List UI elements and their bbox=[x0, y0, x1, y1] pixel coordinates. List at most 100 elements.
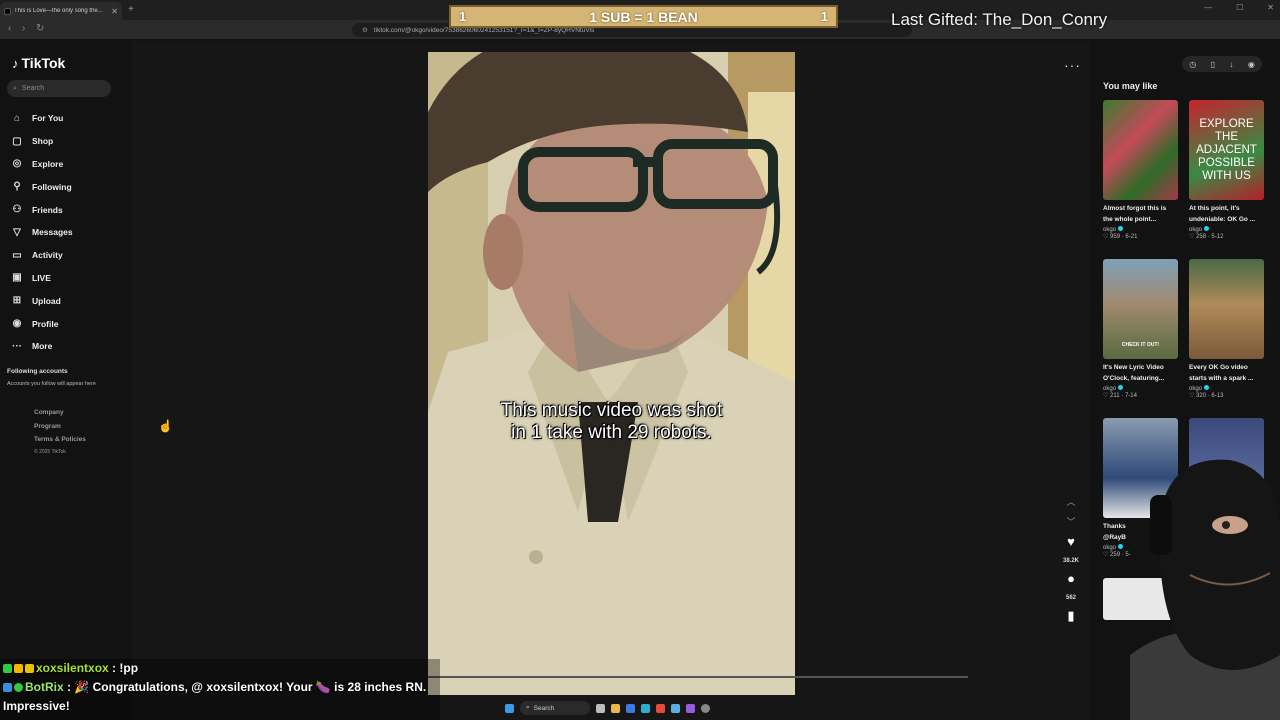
following-icon: ⚲ bbox=[13, 181, 21, 193]
file-explorer-icon[interactable] bbox=[611, 703, 620, 713]
card-date: 5-12 bbox=[1211, 234, 1224, 240]
close-tab-icon[interactable]: ✕ bbox=[111, 7, 118, 16]
footer-link-terms[interactable]: Terms & Policies bbox=[34, 433, 86, 447]
browser-icon[interactable] bbox=[656, 703, 665, 713]
maximize-icon[interactable]: ☐ bbox=[1236, 3, 1243, 12]
logo-text: TikTok bbox=[21, 55, 66, 71]
sidebar-item-profile[interactable]: ◉ Profile bbox=[11, 312, 73, 335]
video-progress-bar[interactable] bbox=[428, 676, 968, 678]
next-video-icon[interactable]: ﹀ bbox=[1066, 512, 1076, 532]
minimize-icon[interactable]: — bbox=[1204, 3, 1212, 12]
last-gifted-label: Last Gifted: The_Don_Conry bbox=[891, 10, 1108, 29]
sidebar-item-activity[interactable]: ▭ Activity bbox=[11, 244, 73, 267]
heart-outline-icon: ♡ bbox=[1103, 393, 1111, 399]
card-title: Almost forgot this is bbox=[1103, 205, 1167, 212]
footer-link-program[interactable]: Program bbox=[34, 420, 86, 434]
card-date: 7-14 bbox=[1124, 393, 1137, 399]
browser-tab[interactable]: This is Love—the only song the... ✕ bbox=[0, 2, 122, 20]
twitch-icon[interactable] bbox=[686, 703, 695, 713]
card-author: okgo bbox=[1103, 385, 1180, 392]
heart-outline-icon: ♡ bbox=[1103, 552, 1111, 558]
verified-icon bbox=[1118, 385, 1124, 390]
badge-icon bbox=[14, 664, 23, 673]
chat-text: Impressive! bbox=[3, 699, 70, 713]
card-likes: 259 bbox=[1110, 552, 1121, 558]
card-title: At this point, it's bbox=[1189, 205, 1240, 212]
site-info-icon[interactable]: ⚙ bbox=[362, 26, 368, 34]
recommendation-card[interactable]: Every OK Go video starts with a spark ..… bbox=[1189, 259, 1266, 399]
card-stats: ♡ 959 · 6-21 bbox=[1103, 234, 1138, 240]
card-title-2: the whole point... bbox=[1103, 216, 1157, 223]
chat-separator: : bbox=[63, 680, 75, 694]
card-likes: 320 bbox=[1196, 393, 1207, 399]
card-title-2: O'Clock, featuring... bbox=[1103, 375, 1165, 382]
window-controls: — ☐ ✕ bbox=[1204, 3, 1274, 12]
avatar[interactable]: ◉ bbox=[1248, 60, 1255, 69]
sidebar-item-for-you[interactable]: ⌂ For You bbox=[11, 107, 73, 130]
tiktok-logo[interactable]: ♪ TikTok bbox=[12, 55, 65, 71]
like-button[interactable]: ♥ 38.2K bbox=[1058, 535, 1084, 567]
more-icon: ··· bbox=[12, 340, 22, 352]
home-icon: ⌂ bbox=[13, 112, 21, 124]
app-icon[interactable] bbox=[671, 703, 680, 713]
verified-icon bbox=[1118, 226, 1124, 231]
sidebar-item-shop[interactable]: ▢ Shop bbox=[11, 130, 73, 153]
new-tab-icon[interactable]: + bbox=[128, 4, 134, 15]
windows-start-icon[interactable] bbox=[505, 703, 514, 713]
sidebar-item-upload[interactable]: ⊞ Upload bbox=[11, 289, 73, 312]
shop-icon: ▢ bbox=[12, 135, 22, 147]
sidebar-item-more[interactable]: ··· More bbox=[11, 335, 73, 358]
tab-title: This is Love—the only song the... bbox=[14, 8, 103, 14]
badge-icon bbox=[3, 683, 12, 692]
sub-goal-text: 1 SUB = 1 BEAN bbox=[589, 8, 698, 25]
timer-icon[interactable]: ◷ bbox=[1189, 60, 1196, 69]
activity-icon: ▭ bbox=[12, 249, 22, 261]
forward-icon[interactable]: › bbox=[22, 23, 25, 34]
taskbar-search[interactable]: ⌕ Search bbox=[520, 701, 590, 715]
phone-icon[interactable]: ▯ bbox=[1211, 60, 1215, 69]
sidebar-nav: ⌂ For You ▢ Shop ◎ Explore ⚲ Following ⚇ Frie… bbox=[11, 107, 73, 358]
video-player[interactable] bbox=[428, 52, 795, 695]
footer-link-company[interactable]: Company bbox=[34, 406, 86, 420]
webcam-image bbox=[1130, 459, 1280, 720]
recommendation-card[interactable]: EXPLORE THE ADJACENT POSSIBLE WITH US At… bbox=[1189, 100, 1266, 240]
sidebar-footer: Company Program Terms & Policies © 2025 … bbox=[34, 406, 86, 457]
live-icon: ▣ bbox=[12, 272, 22, 284]
tiktok-note-icon: ♪ bbox=[12, 55, 19, 71]
recommendation-card[interactable]: Almost forgot this is the whole point...… bbox=[1103, 100, 1180, 240]
sidebar-item-friends[interactable]: ⚇ Friends bbox=[11, 198, 73, 221]
card-stats: ♡ 211 · 7-14 bbox=[1103, 393, 1137, 399]
card-likes: 211 bbox=[1110, 393, 1120, 399]
download-app-icon[interactable]: ↓ bbox=[1229, 60, 1233, 69]
app-icon[interactable] bbox=[626, 703, 635, 713]
chat-username: xoxsilentxox bbox=[36, 661, 109, 675]
recommendation-card[interactable]: CHECK IT OUT! It's New Lyric Video O'Clo… bbox=[1103, 259, 1180, 399]
comment-button[interactable]: ● 562 bbox=[1058, 572, 1084, 604]
bookmark-button[interactable]: ▮ bbox=[1058, 609, 1084, 623]
card-author: okgo bbox=[1189, 226, 1266, 233]
back-icon[interactable]: ‹ bbox=[8, 23, 11, 34]
obs-icon[interactable] bbox=[701, 703, 710, 713]
chat-message: xoxsilentxox : !pp bbox=[0, 659, 440, 678]
sidebar-item-live[interactable]: ▣ LIVE bbox=[11, 267, 73, 290]
sidebar-item-label: Friends bbox=[32, 204, 63, 215]
card-title: It's New Lyric Video bbox=[1103, 364, 1164, 371]
comment-count: 562 bbox=[1065, 595, 1076, 601]
more-options-icon[interactable]: ··· bbox=[1064, 57, 1081, 73]
edge-icon[interactable] bbox=[641, 703, 650, 713]
previous-video-icon[interactable]: ︿ bbox=[1066, 492, 1076, 512]
reload-icon[interactable]: ↻ bbox=[36, 23, 44, 34]
sidebar-item-explore[interactable]: ◎ Explore bbox=[11, 153, 73, 176]
close-window-icon[interactable]: ✕ bbox=[1267, 3, 1274, 12]
sidebar-item-following[interactable]: ⚲ Following bbox=[11, 175, 73, 198]
messages-icon: ▽ bbox=[13, 226, 21, 238]
video-actions: ♥ 38.2K ● 562 ▮ bbox=[1058, 535, 1084, 628]
sidebar-item-messages[interactable]: ▽ Messages bbox=[11, 221, 73, 244]
friends-icon: ⚇ bbox=[12, 204, 22, 216]
feed-nav: ︿ ﹀ bbox=[1066, 492, 1076, 532]
thumbnail-text: EXPLORE THE ADJACENT POSSIBLE WITH US bbox=[1196, 118, 1257, 182]
search-input[interactable]: ⌕ Search bbox=[7, 80, 111, 97]
card-thumbnail bbox=[1103, 100, 1178, 200]
sidebar-item-label: Upload bbox=[32, 295, 61, 306]
task-view-icon[interactable] bbox=[596, 703, 605, 713]
